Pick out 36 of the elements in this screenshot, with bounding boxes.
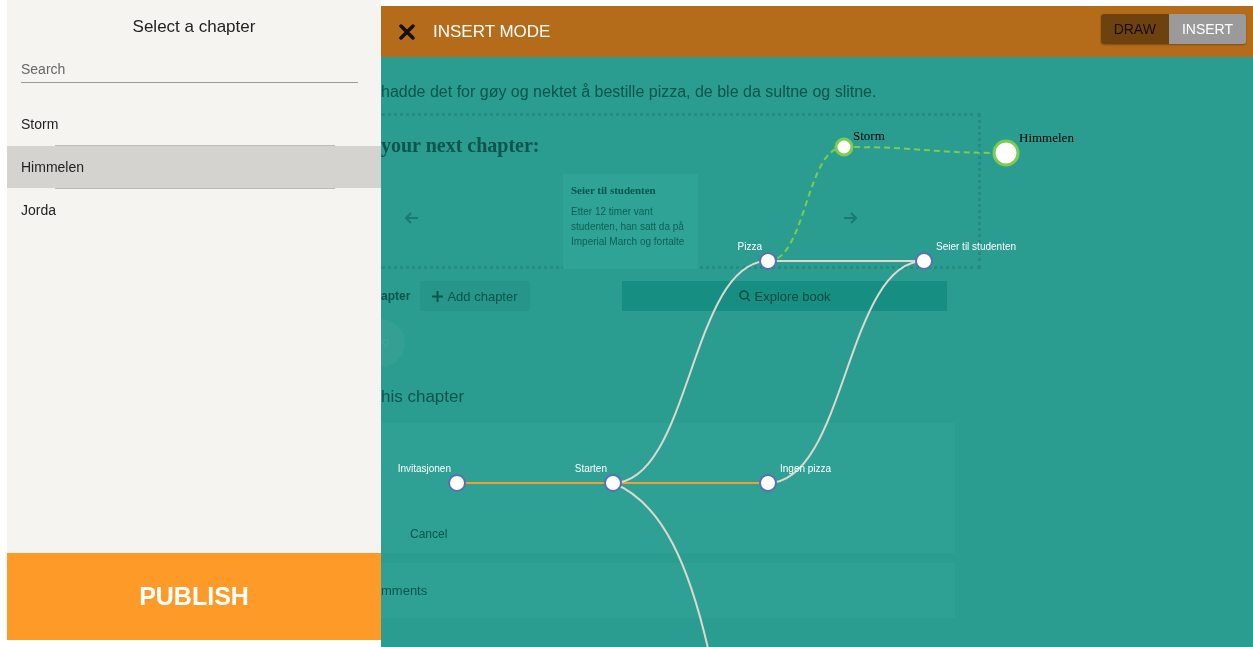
chapter-node[interactable] <box>759 474 777 492</box>
plus-icon <box>432 290 444 302</box>
cancel-button[interactable]: Cancel <box>410 527 448 541</box>
node-label: Pizza <box>737 241 762 252</box>
chapter-node[interactable] <box>915 252 933 270</box>
chapter-node[interactable] <box>759 252 777 270</box>
add-chapter-button[interactable]: Add chapter <box>420 281 530 311</box>
node-label: Storm <box>853 128 885 143</box>
sidebar-title: Select a chapter <box>132 17 256 37</box>
chapter-card[interactable]: Seier til studenten Etter 12 timer vant studenten, han satt da på Imperial March og fortalte <box>563 174 698 269</box>
node-label: Himmelen <box>1019 130 1074 145</box>
chapter-label: apter <box>381 289 412 303</box>
card-title: Seier til studenten <box>571 184 657 196</box>
node-label: Starten <box>574 463 607 474</box>
card-text: Etter 12 timer vant studenten, han satt da på Imperial March og fortalte <box>571 205 686 249</box>
chapter-item[interactable]: Jorda <box>7 189 381 231</box>
close-icon[interactable] <box>399 23 415 40</box>
search-icon <box>738 290 751 302</box>
mode-tab[interactable]: DRAW <box>1100 14 1169 44</box>
new-node[interactable] <box>992 139 1020 167</box>
new-node[interactable] <box>834 137 854 157</box>
comments-label: mments <box>381 583 428 598</box>
mode-title: INSERT MODE <box>433 21 551 42</box>
node-label: Seier til studenten <box>936 241 1017 252</box>
mode-tab[interactable]: INSERT <box>1168 14 1246 44</box>
next-chapter-heading: your next chapter: <box>381 134 540 157</box>
chapter-item[interactable]: Storm <box>7 103 381 145</box>
chapter-node[interactable] <box>448 474 466 492</box>
node-label: Invitasjonen <box>397 463 451 474</box>
search-field[interactable]: Search <box>21 57 358 83</box>
explore-book-button[interactable]: Explore book <box>622 281 947 311</box>
chapter-node[interactable] <box>604 474 622 492</box>
publish-button[interactable]: PUBLISH <box>7 553 381 640</box>
section-heading: his chapter <box>381 387 466 407</box>
chapter-item[interactable]: Himmelen <box>7 146 381 188</box>
summary-text: hadde det for gøy og nektet å bestille pizza, de ble da sultne og slitne. <box>381 83 878 101</box>
